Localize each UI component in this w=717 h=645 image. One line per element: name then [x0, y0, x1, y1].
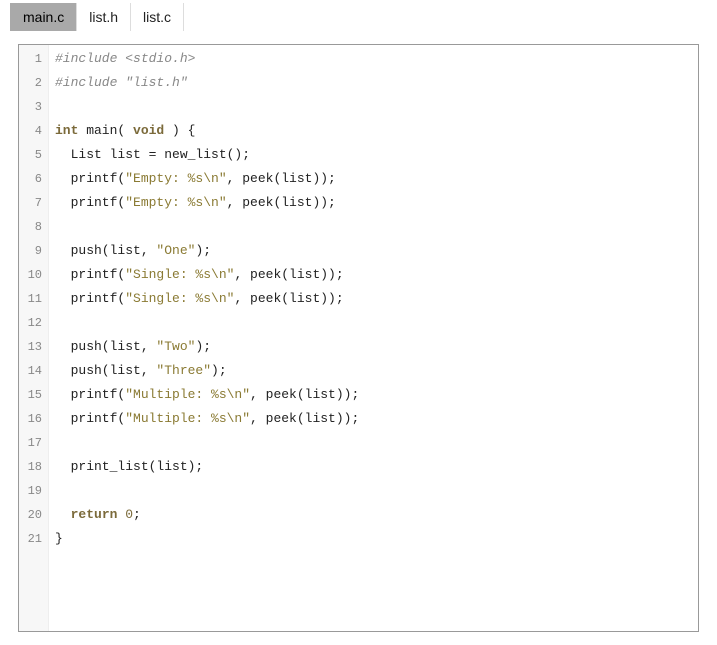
line-number: 12: [19, 311, 42, 335]
token-kw: return: [71, 507, 118, 522]
tab-list-h[interactable]: list.h: [76, 3, 130, 31]
token-kw: void: [133, 123, 164, 138]
line-number: 15: [19, 383, 42, 407]
token-id: );: [195, 243, 211, 258]
line-number: 9: [19, 239, 42, 263]
token-punct: ) {: [164, 123, 195, 138]
token-id: List list = new_list();: [55, 147, 250, 162]
code-line[interactable]: [55, 215, 698, 239]
token-str: "Two": [156, 339, 195, 354]
token-str: "Single: %s\n": [125, 291, 234, 306]
line-number: 20: [19, 503, 42, 527]
line-number: 10: [19, 263, 42, 287]
token-str: "Multiple: %s\n": [125, 387, 250, 402]
line-number: 1: [19, 47, 42, 71]
token-str: "Single: %s\n": [125, 267, 234, 282]
token-str: "Three": [156, 363, 211, 378]
token-id: printf(: [55, 195, 125, 210]
tab-bar: main.c list.h list.c: [0, 0, 717, 34]
code-line[interactable]: int main( void ) {: [55, 119, 698, 143]
line-number: 4: [19, 119, 42, 143]
token-str: "Multiple: %s\n": [125, 411, 250, 426]
token-punct: ;: [133, 507, 141, 522]
code-line[interactable]: [55, 311, 698, 335]
token-pp: #include <stdio.h>: [55, 51, 195, 66]
line-number: 5: [19, 143, 42, 167]
line-number: 16: [19, 407, 42, 431]
token-kw: int: [55, 123, 78, 138]
token-id: );: [211, 363, 227, 378]
token-id: printf(: [55, 171, 125, 186]
line-number: 19: [19, 479, 42, 503]
code-area[interactable]: #include <stdio.h> #include "list.h" int …: [49, 45, 698, 631]
token-id: printf(: [55, 291, 125, 306]
code-line[interactable]: }: [55, 527, 698, 551]
code-line[interactable]: #include "list.h": [55, 71, 698, 95]
token-pp: #include "list.h": [55, 75, 188, 90]
token-id: [55, 507, 71, 522]
token-id: , peek(list));: [234, 267, 343, 282]
token-id: , peek(list));: [250, 411, 359, 426]
code-line[interactable]: printf("Empty: %s\n", peek(list));: [55, 167, 698, 191]
code-line[interactable]: [55, 95, 698, 119]
code-line[interactable]: printf("Multiple: %s\n", peek(list));: [55, 407, 698, 431]
token-str: "One": [156, 243, 195, 258]
code-editor[interactable]: 123456789101112131415161718192021 #inclu…: [19, 45, 698, 631]
token-id: , peek(list));: [234, 291, 343, 306]
token-str: "Empty: %s\n": [125, 171, 226, 186]
tab-main-c[interactable]: main.c: [10, 3, 76, 31]
token-id: , peek(list));: [227, 171, 336, 186]
code-line[interactable]: printf("Single: %s\n", peek(list));: [55, 263, 698, 287]
token-id: , peek(list));: [250, 387, 359, 402]
token-id: , peek(list));: [227, 195, 336, 210]
token-id: printf(: [55, 267, 125, 282]
line-number: 3: [19, 95, 42, 119]
token-id: );: [195, 339, 211, 354]
line-number-gutter: 123456789101112131415161718192021: [19, 45, 49, 631]
line-number: 17: [19, 431, 42, 455]
token-id: push(list,: [55, 339, 156, 354]
code-line[interactable]: return 0;: [55, 503, 698, 527]
line-number: 13: [19, 335, 42, 359]
code-line[interactable]: printf("Empty: %s\n", peek(list));: [55, 191, 698, 215]
tab-list-c[interactable]: list.c: [130, 3, 184, 31]
line-number: 11: [19, 287, 42, 311]
code-line[interactable]: printf("Single: %s\n", peek(list));: [55, 287, 698, 311]
token-punct: }: [55, 531, 63, 546]
code-line[interactable]: [55, 431, 698, 455]
code-line[interactable]: #include <stdio.h>: [55, 47, 698, 71]
line-number: 7: [19, 191, 42, 215]
code-line[interactable]: List list = new_list();: [55, 143, 698, 167]
code-line[interactable]: [55, 479, 698, 503]
line-number: 6: [19, 167, 42, 191]
code-line[interactable]: push(list, "Three");: [55, 359, 698, 383]
line-number: 2: [19, 71, 42, 95]
line-number: 14: [19, 359, 42, 383]
token-str: "Empty: %s\n": [125, 195, 226, 210]
code-line[interactable]: push(list, "Two");: [55, 335, 698, 359]
token-id: main(: [78, 123, 133, 138]
line-number: 8: [19, 215, 42, 239]
line-number: 18: [19, 455, 42, 479]
token-id: printf(: [55, 387, 125, 402]
code-line[interactable]: print_list(list);: [55, 455, 698, 479]
token-id: printf(: [55, 411, 125, 426]
code-line[interactable]: push(list, "One");: [55, 239, 698, 263]
token-num: 0: [125, 507, 133, 522]
editor-frame: 123456789101112131415161718192021 #inclu…: [18, 44, 699, 632]
token-id: print_list(list);: [55, 459, 203, 474]
line-number: 21: [19, 527, 42, 551]
code-line[interactable]: printf("Multiple: %s\n", peek(list));: [55, 383, 698, 407]
token-id: push(list,: [55, 243, 156, 258]
token-id: push(list,: [55, 363, 156, 378]
